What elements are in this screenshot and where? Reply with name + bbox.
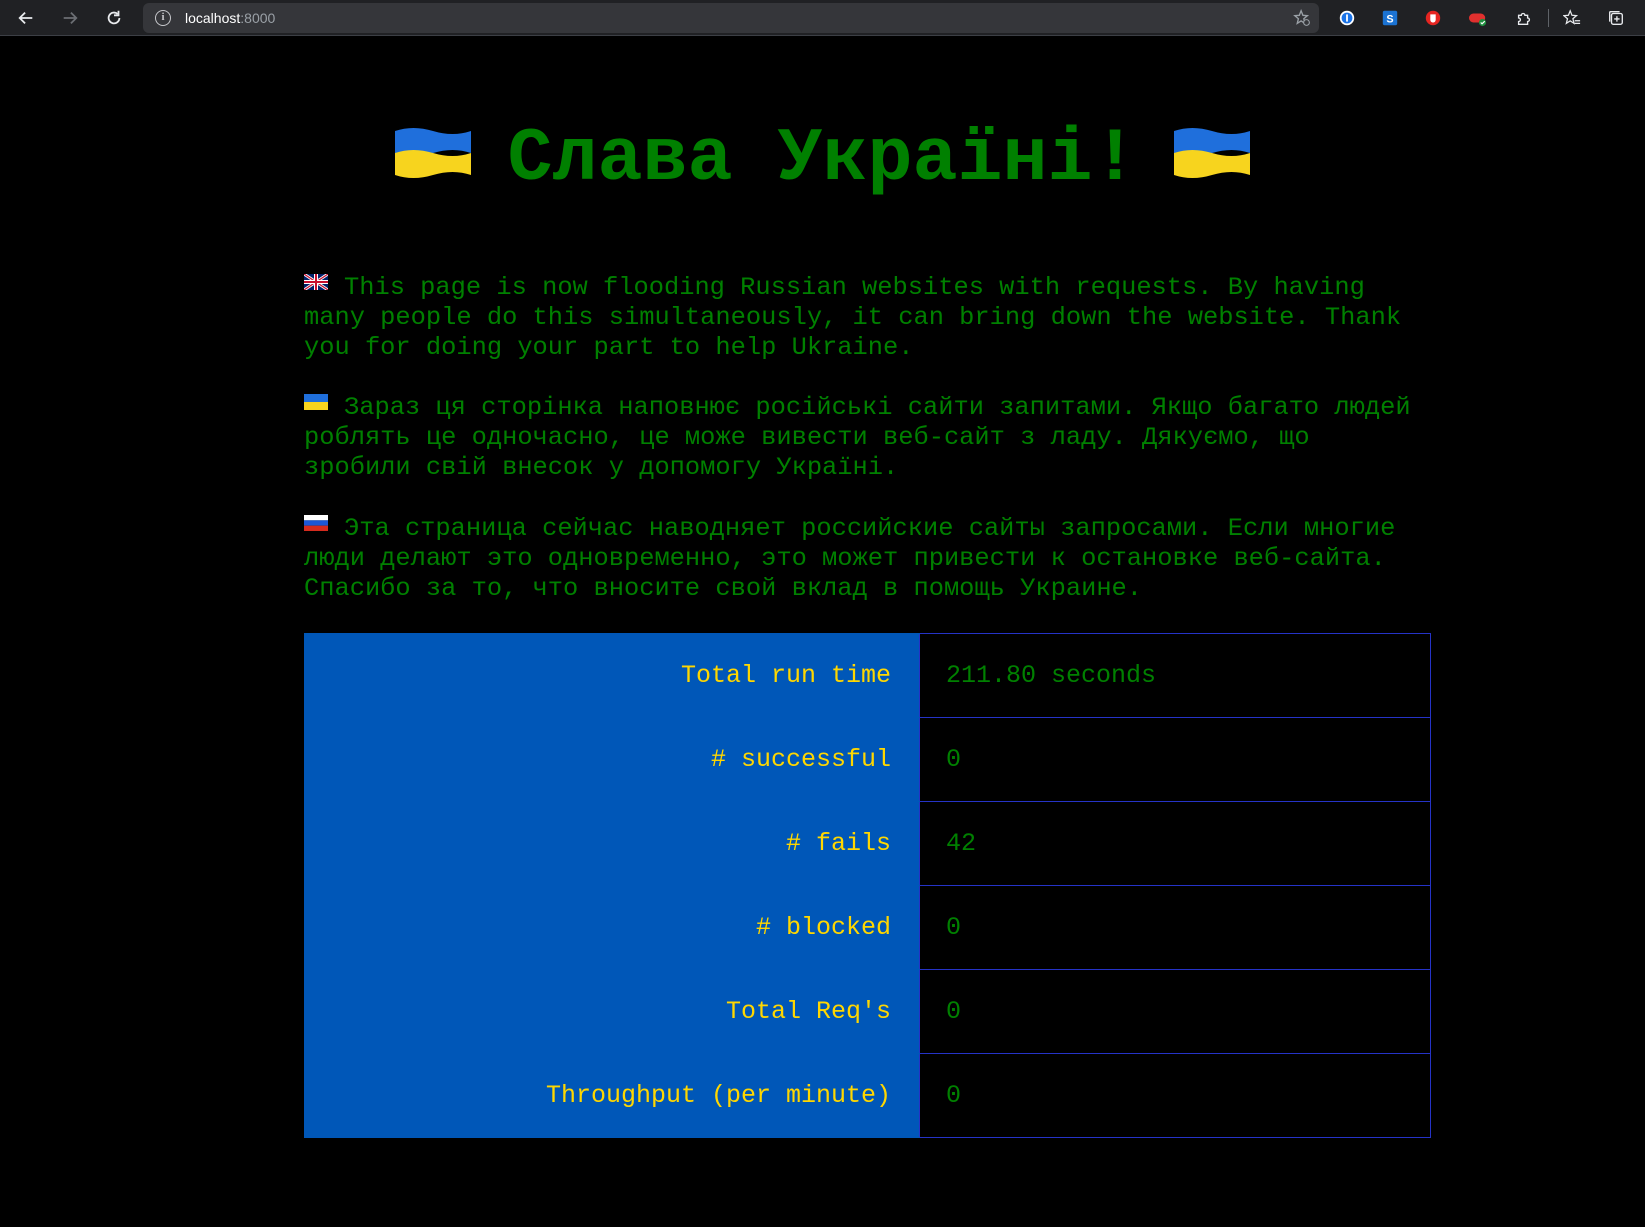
stat-value: 0 — [919, 969, 1431, 1054]
page-title-text: Слава Україні! — [507, 117, 1138, 202]
stats-row-successful: # successful 0 — [304, 717, 1431, 802]
stat-label: Total run time — [304, 633, 920, 718]
password-manager-extension-icon[interactable] — [1337, 8, 1357, 28]
page-title: Слава Україні! — [0, 112, 1645, 208]
url-host: localhost — [185, 10, 241, 26]
extensions-puzzle-icon[interactable] — [1514, 8, 1534, 28]
browser-toolbar: i localhost:8000 S — [0, 0, 1645, 36]
stat-value: 0 — [919, 885, 1431, 970]
s-extension-icon[interactable]: S — [1380, 8, 1400, 28]
stat-value: 211.80 seconds — [919, 633, 1431, 718]
svg-text:S: S — [1386, 14, 1393, 26]
stat-label: Total Req's — [304, 969, 920, 1054]
toolbar-divider — [1548, 9, 1549, 27]
reload-button[interactable] — [100, 4, 128, 32]
message-russian-text: Эта страница сейчас наводняет российские… — [304, 514, 1411, 603]
message-ukrainian: Зараз ця сторінка наповнює російські сай… — [304, 393, 1424, 483]
stats-table: Total run time 211.80 seconds # successf… — [304, 633, 1431, 1138]
stat-value: 42 — [919, 801, 1431, 886]
forward-arrow-icon — [63, 11, 78, 25]
favorites-icon[interactable] — [1562, 8, 1582, 28]
stat-label: # blocked — [304, 885, 920, 970]
bookmark-star-icon[interactable] — [1293, 9, 1311, 27]
message-russian: Эта страница сейчас наводняет российские… — [304, 514, 1424, 604]
stats-row-blocked: # blocked 0 — [304, 885, 1431, 970]
reload-icon — [107, 10, 121, 25]
stats-row-fails: # fails 42 — [304, 801, 1431, 886]
site-info-icon[interactable]: i — [155, 10, 171, 26]
message-english-text: This page is now flooding Russian websit… — [304, 273, 1417, 362]
stat-label: # successful — [304, 717, 920, 802]
message-english: This page is now flooding Russian websit… — [304, 273, 1424, 363]
stats-row-total-requests: Total Req's 0 — [304, 969, 1431, 1054]
ukraine-flag-icon — [304, 394, 328, 411]
stat-label: # fails — [304, 801, 920, 886]
russia-flag-icon — [304, 515, 328, 532]
ukraine-flag-icon — [395, 128, 472, 179]
stat-value: 0 — [919, 717, 1431, 802]
back-button[interactable] — [12, 4, 40, 32]
url-port: :8000 — [240, 10, 276, 26]
stat-value: 0 — [919, 1053, 1431, 1138]
back-arrow-icon — [18, 11, 33, 25]
stat-label: Throughput (per minute) — [304, 1053, 920, 1138]
ukraine-flag-icon — [1173, 128, 1250, 179]
red-shield-extension-icon[interactable] — [1423, 8, 1443, 28]
stats-row-run-time: Total run time 211.80 seconds — [304, 633, 1431, 718]
address-bar[interactable]: i localhost:8000 — [143, 3, 1319, 33]
collections-icon[interactable] — [1606, 8, 1626, 28]
stats-row-throughput: Throughput (per minute) 0 — [304, 1053, 1431, 1138]
red-extension-icon[interactable] — [1468, 8, 1488, 28]
message-ukrainian-text: Зараз ця сторінка наповнює російські сай… — [304, 393, 1426, 482]
forward-button[interactable] — [56, 4, 84, 32]
uk-flag-icon — [304, 274, 328, 291]
